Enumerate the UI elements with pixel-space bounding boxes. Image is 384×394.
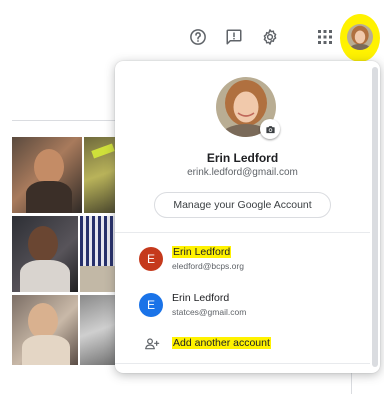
feedback-button[interactable] xyxy=(223,26,245,48)
help-circle-icon xyxy=(190,29,206,45)
account-avatar-button[interactable] xyxy=(340,14,380,62)
gear-icon xyxy=(263,29,277,45)
video-tile xyxy=(12,295,78,365)
account-email: statces@gmail.com xyxy=(172,307,247,317)
change-photo-button[interactable] xyxy=(260,119,280,139)
video-tile xyxy=(80,216,118,292)
background-divider xyxy=(12,120,116,121)
account-name: Erin Ledford xyxy=(172,292,230,304)
apps-grid-icon xyxy=(318,30,332,44)
account-menu-popup: Erin Ledford erink.ledford@gmail.com Man… xyxy=(115,61,380,373)
add-account-label: Add another account xyxy=(172,337,271,349)
account-initial-avatar: E xyxy=(139,293,163,317)
video-tile xyxy=(12,137,82,213)
account-list-item[interactable]: E Erin Ledford eledford@bcps.org xyxy=(115,240,370,280)
video-tile xyxy=(12,216,78,292)
help-button[interactable] xyxy=(187,26,209,48)
video-tile xyxy=(84,137,118,213)
feedback-icon xyxy=(226,29,242,45)
account-list-item[interactable]: E Erin Ledford statces@gmail.com xyxy=(115,286,370,326)
account-name: Erin Ledford xyxy=(172,246,232,258)
menu-divider xyxy=(115,232,370,233)
account-email: eledford@bcps.org xyxy=(172,261,244,271)
settings-button[interactable] xyxy=(259,26,281,48)
manage-account-button[interactable]: Manage your Google Account xyxy=(154,192,331,218)
menu-divider xyxy=(115,363,370,364)
profile-email: erink.ledford@gmail.com xyxy=(187,167,298,178)
avatar xyxy=(347,24,373,50)
scrollbar[interactable] xyxy=(372,67,378,367)
video-grid-background xyxy=(12,137,118,365)
person-add-icon xyxy=(145,338,160,350)
profile-name: Erin Ledford xyxy=(206,151,279,165)
account-initial-avatar: E xyxy=(139,247,163,271)
camera-icon xyxy=(265,125,275,133)
background-divider xyxy=(351,372,352,394)
add-another-account-button[interactable]: Add another account xyxy=(115,331,370,359)
video-tile xyxy=(80,295,118,365)
apps-button[interactable] xyxy=(314,26,336,48)
